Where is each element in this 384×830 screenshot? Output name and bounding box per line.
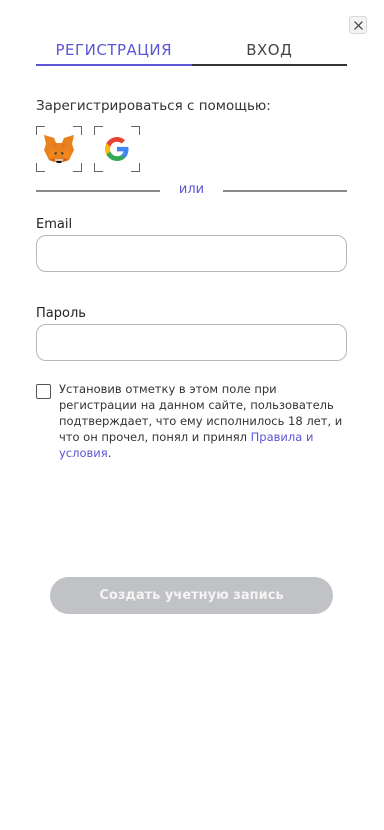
email-field[interactable] [36, 235, 347, 272]
terms-text: Установив отметку в этом поле при регист… [59, 381, 344, 461]
create-account-button[interactable]: Создать учетную запись [50, 577, 333, 614]
password-field[interactable] [36, 324, 347, 361]
metamask-button[interactable] [36, 126, 82, 172]
email-label: Email [36, 217, 73, 232]
terms-suffix: . [107, 446, 112, 460]
tab-login[interactable]: ВХОД [191, 38, 347, 66]
or-divider: или [36, 182, 347, 200]
google-button[interactable] [94, 126, 140, 172]
google-g-icon [105, 137, 129, 161]
password-label: Пароль [36, 306, 86, 321]
tab-register[interactable]: РЕГИСТРАЦИЯ [36, 38, 192, 66]
social-signup-title: Зарегистрироваться с помощью: [36, 98, 271, 114]
terms-checkbox[interactable] [36, 384, 51, 399]
close-button[interactable] [349, 16, 367, 34]
close-icon [353, 20, 363, 30]
metamask-fox-icon [44, 135, 74, 163]
auth-tabs: РЕГИСТРАЦИЯ ВХОД [36, 38, 347, 66]
